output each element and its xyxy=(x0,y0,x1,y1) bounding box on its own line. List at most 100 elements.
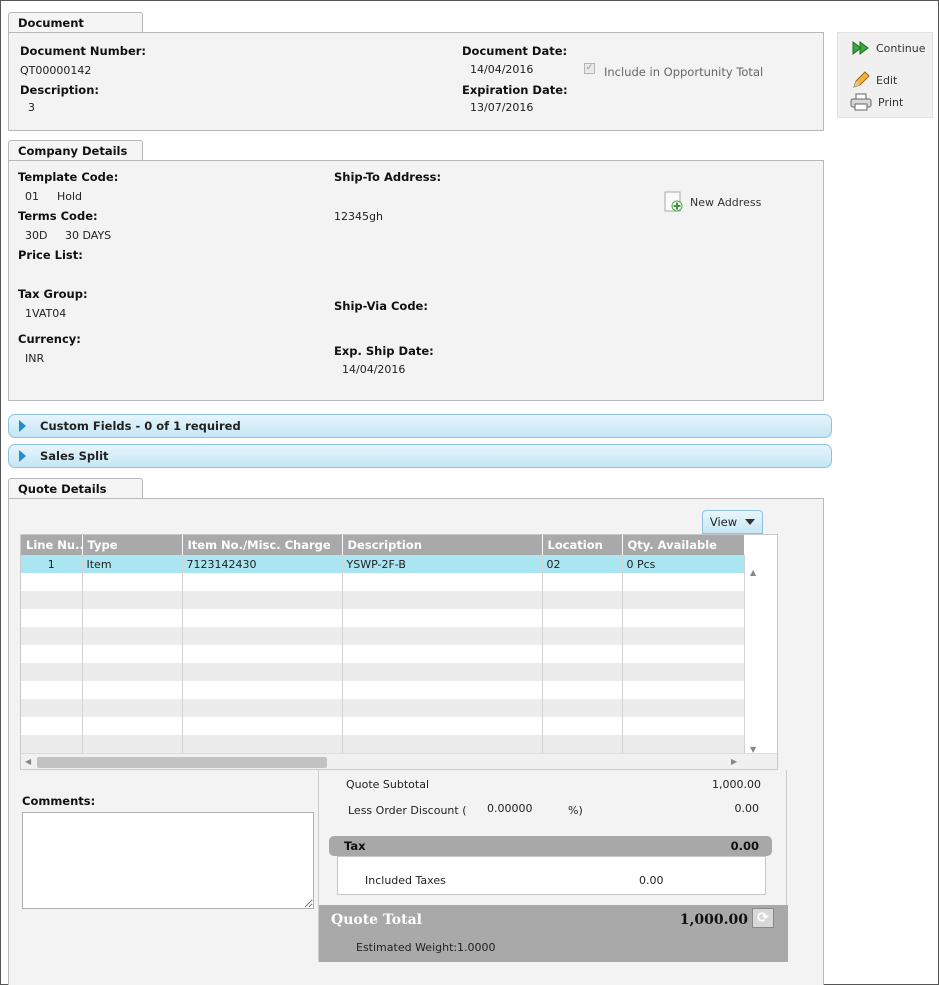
comments-label: Comments: xyxy=(22,794,96,808)
expand-arrow-icon xyxy=(19,450,26,462)
quote-subtotal-label: Quote Subtotal xyxy=(346,778,430,791)
company-details-tab: Company Details xyxy=(8,140,143,160)
continue-button[interactable]: Continue xyxy=(852,41,925,55)
custom-fields-title: Custom Fields - 0 of 1 required xyxy=(40,419,241,433)
included-taxes-label: Included Taxes xyxy=(365,874,446,887)
expiration-date-label: Expiration Date: xyxy=(462,83,568,97)
template-code-label: Template Code: xyxy=(18,170,119,184)
table-row[interactable] xyxy=(21,573,745,591)
include-opportunity-checkbox[interactable]: ✓ xyxy=(584,63,595,74)
document-date-label: Document Date: xyxy=(462,44,568,58)
document-date-value: 14/04/2016 xyxy=(470,63,534,76)
expiration-date-value: 13/07/2016 xyxy=(470,101,534,114)
col-header-line-number[interactable]: Line Nu.. xyxy=(21,535,83,555)
print-label: Print xyxy=(878,95,904,109)
description-value: 3 xyxy=(28,101,35,114)
view-dropdown-button[interactable]: View xyxy=(702,510,763,534)
included-taxes-value: 0.00 xyxy=(639,874,664,887)
edit-label: Edit xyxy=(876,73,898,87)
quote-total-label: Quote Total xyxy=(331,912,422,928)
table-row[interactable]: 1 Item 7123142430 YSWP-2F-B 02 0 Pcs xyxy=(21,555,745,573)
exp-ship-date-value: 14/04/2016 xyxy=(342,363,406,376)
horizontal-scroll-thumb[interactable] xyxy=(37,757,327,768)
scroll-left-icon[interactable]: ◀ xyxy=(25,757,31,766)
print-button[interactable]: Print xyxy=(850,93,903,111)
custom-fields-section-toggle[interactable]: Custom Fields - 0 of 1 required xyxy=(8,414,832,438)
tax-value: 0.00 xyxy=(730,839,759,853)
template-name-value: Hold xyxy=(57,190,83,203)
tax-group-label: Tax Group: xyxy=(18,287,88,301)
refresh-icon[interactable]: ⟳ xyxy=(752,908,774,928)
currency-label: Currency: xyxy=(18,332,81,346)
view-label: View xyxy=(709,515,738,529)
terms-code-value: 30D xyxy=(25,229,48,242)
currency-value: INR xyxy=(25,352,45,365)
include-opportunity-label: Include in Opportunity Total xyxy=(604,65,764,79)
description-label: Description: xyxy=(20,83,99,97)
company-details-panel: Template Code: 01 Hold Terms Code: 30D 3… xyxy=(8,160,824,401)
order-discount-label: Less Order Discount ( xyxy=(348,804,467,817)
action-panel: Continue Edit Print xyxy=(837,32,933,118)
terms-code-label: Terms Code: xyxy=(18,209,98,223)
exp-ship-date-label: Exp. Ship Date: xyxy=(334,344,434,358)
order-discount-value: 0.00 xyxy=(734,802,760,815)
table-row[interactable] xyxy=(21,591,745,609)
cell-item-no: 7123142430 xyxy=(182,555,343,573)
quote-total-bar: Quote Total 1,000.00 ⟳ Estimated Weight:… xyxy=(319,905,788,962)
tax-bar[interactable]: Tax 0.00 xyxy=(329,836,772,856)
table-row[interactable] xyxy=(21,681,745,699)
quote-subtotal-value: 1,000.00 xyxy=(712,778,761,791)
table-row[interactable] xyxy=(21,717,745,735)
cell-type: Item xyxy=(82,555,183,573)
table-row[interactable] xyxy=(21,699,745,717)
estimated-weight-value: 1.0000 xyxy=(457,941,496,954)
col-header-location[interactable]: Location xyxy=(542,535,623,555)
sales-split-title: Sales Split xyxy=(40,449,109,463)
horizontal-scrollbar[interactable]: ◀ ▶ xyxy=(21,753,777,769)
template-code-value: 01 xyxy=(25,190,39,203)
new-address-button[interactable]: New Address xyxy=(664,191,761,213)
scroll-right-icon[interactable]: ▶ xyxy=(731,757,737,766)
table-row[interactable] xyxy=(21,627,745,645)
col-header-description[interactable]: Description xyxy=(342,535,543,555)
tax-group-value: 1VAT04 xyxy=(25,307,67,320)
price-list-label: Price List: xyxy=(18,248,83,262)
col-header-item-no[interactable]: Item No./Misc. Charge xyxy=(182,535,343,555)
cell-qty-available: 0 Pcs xyxy=(622,555,745,573)
add-document-icon xyxy=(664,191,683,212)
comments-textarea[interactable] xyxy=(22,812,314,909)
quote-lines-grid: Line Nu.. Type Item No./Misc. Charge Des… xyxy=(20,534,778,770)
col-header-qty-available[interactable]: Qty. Available xyxy=(622,535,745,555)
pencil-icon xyxy=(853,71,870,88)
scroll-up-icon[interactable]: ▲ xyxy=(750,568,756,577)
edit-button[interactable]: Edit xyxy=(852,71,897,89)
printer-icon xyxy=(850,93,872,111)
fast-forward-icon xyxy=(852,41,869,55)
col-header-type[interactable]: Type xyxy=(82,535,183,555)
table-row[interactable] xyxy=(21,609,745,627)
quote-total-value: 1,000.00 xyxy=(679,912,748,928)
tax-label: Tax xyxy=(344,839,366,853)
grid-header-row: Line Nu.. Type Item No./Misc. Charge Des… xyxy=(21,535,745,555)
ship-to-label: Ship-To Address: xyxy=(334,170,442,184)
expand-arrow-icon xyxy=(19,420,26,432)
quote-details-tab: Quote Details xyxy=(8,478,143,498)
table-row[interactable] xyxy=(21,735,745,753)
cell-description: YSWP-2F-B xyxy=(342,555,543,573)
document-details-panel: Document Number: QT00000142 Description:… xyxy=(8,32,824,131)
ship-to-value: 12345gh xyxy=(334,210,383,223)
cell-location: 02 xyxy=(542,555,623,573)
quote-lines-table: Line Nu.. Type Item No./Misc. Charge Des… xyxy=(21,535,745,753)
table-row[interactable] xyxy=(21,663,745,681)
order-discount-percent-suffix: %) xyxy=(568,804,583,817)
sales-split-section-toggle[interactable]: Sales Split xyxy=(8,444,832,468)
order-discount-percent[interactable]: 0.00000 xyxy=(487,802,533,815)
table-row[interactable] xyxy=(21,645,745,663)
vertical-scrollbar[interactable]: ▲ ▼ xyxy=(745,535,777,754)
continue-label: Continue xyxy=(876,41,926,55)
ship-via-label: Ship-Via Code: xyxy=(334,299,428,313)
estimated-weight-label: Estimated Weight: xyxy=(356,941,458,954)
chevron-down-icon xyxy=(745,519,756,525)
totals-panel: Quote Subtotal 1,000.00 Less Order Disco… xyxy=(318,770,788,962)
terms-name-value: 30 DAYS xyxy=(65,229,112,242)
